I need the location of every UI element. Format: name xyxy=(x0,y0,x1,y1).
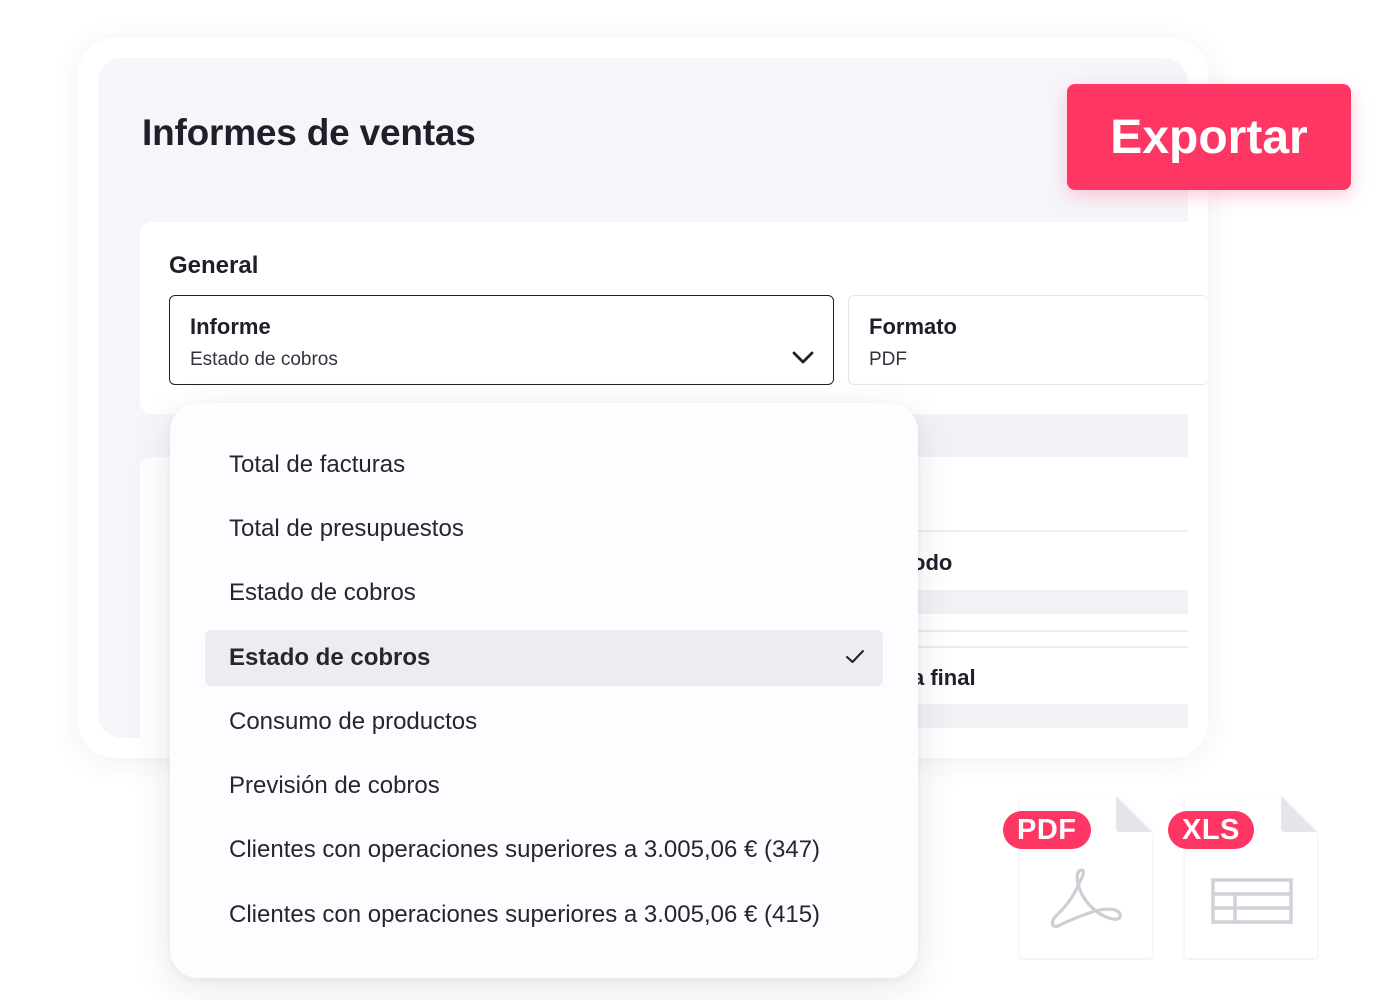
pdf-acrobat-icon xyxy=(1050,868,1122,928)
period-field-input[interactable] xyxy=(900,590,1188,614)
dropdown-option[interactable]: Consumo de productos xyxy=(205,694,883,750)
dropdown-option[interactable]: Clientes con operaciones superiores a 3.… xyxy=(205,887,883,943)
report-select-label: Informe xyxy=(190,314,271,339)
report-select-value: Estado de cobros xyxy=(190,349,338,370)
dropdown-option-label: Estado de cobros xyxy=(229,579,416,606)
divider xyxy=(900,530,1188,532)
report-dropdown-menu: Total de facturas Total de presupuestos … xyxy=(170,403,918,978)
dropdown-option[interactable]: Previsión de cobros xyxy=(205,758,883,814)
end-date-field-input[interactable] xyxy=(900,704,1188,728)
dropdown-option[interactable]: Total de facturas xyxy=(205,437,883,493)
spreadsheet-table-icon xyxy=(1211,878,1293,924)
app-stage: Informes de ventas Exportar General Info… xyxy=(0,0,1400,1000)
chevron-down-icon xyxy=(792,351,814,364)
general-section-title: General xyxy=(169,252,259,279)
pdf-badge: PDF xyxy=(1003,811,1091,849)
divider xyxy=(900,646,1188,648)
export-button[interactable]: Exportar xyxy=(1067,84,1351,190)
dropdown-option-label: Estado de cobros xyxy=(229,644,431,671)
format-select[interactable]: Formato PDF xyxy=(848,295,1208,385)
check-icon xyxy=(846,650,864,663)
dropdown-option[interactable]: Total de presupuestos xyxy=(205,501,883,557)
dropdown-option-label: Total de presupuestos xyxy=(229,515,464,542)
divider xyxy=(900,630,1188,632)
dropdown-option-label: Clientes con operaciones superiores a 3.… xyxy=(229,901,821,928)
dropdown-option-label: Consumo de productos xyxy=(229,708,478,735)
dropdown-option[interactable]: Clientes con operaciones superiores a 3.… xyxy=(205,822,883,878)
pdf-file-icon: PDF xyxy=(1003,794,1154,960)
xls-file-icon: XLS xyxy=(1168,794,1319,960)
dropdown-option-label: Total de facturas xyxy=(229,451,406,478)
period-field-label: odo xyxy=(912,550,953,575)
dropdown-option-label: Clientes con operaciones superiores a 3.… xyxy=(229,836,821,863)
page-title: Informes de ventas xyxy=(142,112,476,153)
divider-band xyxy=(900,415,1188,457)
end-date-field-label: a final xyxy=(912,665,976,690)
dropdown-option-label: Previsión de cobros xyxy=(229,772,440,799)
format-select-label: Formato xyxy=(869,314,957,339)
report-select[interactable]: Informe Estado de cobros xyxy=(169,295,834,385)
xls-badge: XLS xyxy=(1168,811,1254,849)
format-select-value: PDF xyxy=(869,349,907,370)
dropdown-option-selected[interactable]: Estado de cobros xyxy=(205,630,883,686)
dropdown-option[interactable]: Estado de cobros xyxy=(205,565,883,621)
